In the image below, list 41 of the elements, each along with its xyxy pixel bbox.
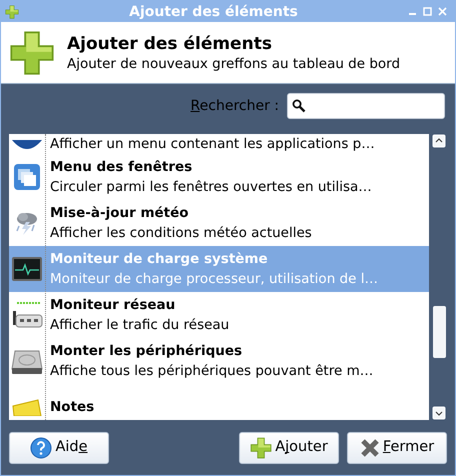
plugin-name: Menu des fenêtres	[50, 158, 194, 177]
header-title: Ajouter des éléments	[67, 32, 273, 54]
help-button[interactable]: Aide	[9, 432, 109, 464]
search-icon	[292, 99, 306, 113]
router-icon	[11, 301, 43, 329]
add-button[interactable]: Ajouter	[239, 432, 339, 464]
plugin-description: Afficher le trafic du réseau	[50, 316, 230, 335]
scroll-thumb[interactable]	[432, 306, 446, 358]
plugin-description: Moniteur de charge processeur, utilisation de l…	[50, 270, 378, 289]
plugin-name: Moniteur de charge système	[50, 250, 269, 269]
plus-icon	[250, 437, 272, 459]
close-button[interactable]: Fermer	[347, 432, 447, 464]
plugin-row[interactable]: Monter les périphériques Affiche tous les périphériques pouvant être m…	[9, 338, 429, 384]
search-field[interactable]	[287, 93, 445, 119]
plus-icon	[9, 30, 55, 76]
scroll-down-icon[interactable]	[432, 406, 446, 420]
search-label: Rechercher :	[190, 96, 279, 116]
plugin-row[interactable]: Moniteur réseau Afficher le trafic du réseau	[9, 292, 429, 338]
plugin-row[interactable]: Mise-à-jour météo Afficher les conditions météo actuelles	[9, 200, 429, 246]
plus-icon	[5, 4, 19, 18]
plugin-description: Affiche tous les périphériques pouvant être m…	[50, 362, 374, 381]
notes-icon	[12, 398, 42, 416]
plugin-name: Mise-à-jour météo	[50, 204, 190, 223]
plugin-name: Notes	[50, 398, 94, 417]
plugin-row[interactable]: Menu des fenêtres Circuler parmi les fenêtres ouvertes en utilisa…	[9, 154, 429, 200]
plugin-row[interactable]: Afficher un menu contenant les applications p…	[9, 134, 429, 154]
monitor-icon	[11, 256, 43, 282]
scroll-up-icon[interactable]	[432, 134, 446, 148]
plugin-row[interactable]: Notes	[9, 384, 429, 420]
plugin-name: Moniteur réseau	[50, 296, 176, 315]
plugin-description: Afficher les conditions météo actuelles	[50, 224, 312, 243]
header-subtitle: Ajouter de nouveaux greffons au tableau de bord	[67, 54, 400, 72]
scrollbar[interactable]	[431, 134, 447, 420]
close-icon	[360, 438, 380, 458]
help-icon	[30, 437, 52, 459]
window-title: Ajouter des éléments	[128, 4, 299, 18]
plugin-name: Monter les périphériques	[50, 342, 244, 361]
plugin-description: Circuler parmi les fenêtres ouvertes en utilisa…	[50, 178, 372, 197]
storm-cloud-icon	[14, 210, 40, 236]
windows-icon	[13, 163, 41, 191]
plugin-description: Afficher un menu contenant les applications p…	[50, 135, 375, 154]
